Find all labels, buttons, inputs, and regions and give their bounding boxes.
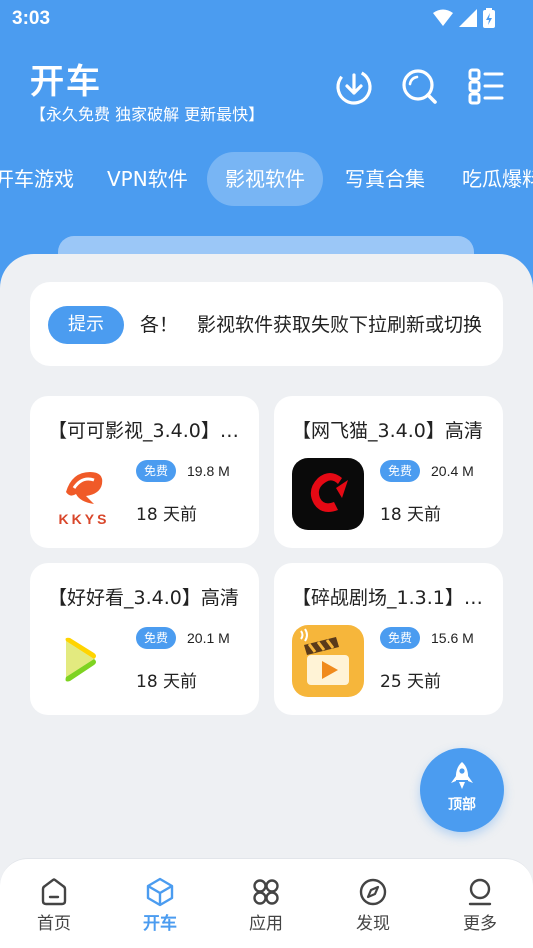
bottom-nav: 首页 开车 应用 发现 更多: [0, 858, 533, 948]
nav-label: 开车: [143, 914, 177, 934]
nav-more[interactable]: 更多: [440, 877, 520, 934]
tab-video-software[interactable]: 影视软件: [207, 152, 323, 206]
app-title: 开车: [30, 62, 102, 102]
nav-apps[interactable]: 应用: [226, 877, 306, 934]
rocket-icon: [451, 762, 473, 789]
cube-icon: [146, 877, 174, 907]
status-time: 3:03: [12, 8, 51, 29]
scroll-top-label: 顶部: [448, 797, 476, 813]
app-card[interactable]: 【网飞猫_3.4.0】高清 免费 20.4 M 18 天前: [274, 396, 503, 548]
tab-photo-collection[interactable]: 写真合集: [345, 152, 425, 206]
video-play-logo: [292, 625, 364, 697]
download-icon[interactable]: [334, 66, 374, 106]
app-size: 20.1 M: [187, 630, 230, 646]
app-updated: 18 天前: [136, 505, 198, 525]
app-size: 15.6 M: [431, 630, 474, 646]
netflix-cat-logo: [292, 458, 364, 530]
app-title: 【可可影视_3.4.0】高清: [48, 420, 244, 442]
app-subtitle: 【永久免费 独家破解 更新最快】: [30, 105, 265, 124]
nav-label: 发现: [356, 914, 390, 934]
home-icon: [41, 878, 67, 906]
notice-text: 各！ 影视软件获取失败下拉刷新或切换: [140, 314, 483, 336]
free-badge: 免费: [136, 627, 177, 649]
app-size: 19.8 M: [187, 463, 230, 479]
notice-bar: 提示 各！ 影视软件获取失败下拉刷新或切换: [30, 282, 503, 366]
haohaokan-logo: [48, 625, 120, 697]
app-size: 20.4 M: [431, 463, 474, 479]
tab-gossip[interactable]: 吃瓜爆料: [462, 152, 533, 206]
kkys-logo: KKYS: [48, 458, 120, 530]
apps-grid-icon: [253, 879, 279, 905]
compass-icon: [359, 878, 387, 906]
nav-discover[interactable]: 发现: [333, 877, 413, 934]
tab-vpn-software[interactable]: VPN软件: [107, 152, 188, 206]
search-icon[interactable]: [400, 66, 440, 106]
nav-label: 更多: [463, 914, 497, 934]
wifi-icon: [433, 9, 453, 26]
app-card[interactable]: 【可可影视_3.4.0】高清 KKYS 免费 19.8 M 18 天前: [30, 396, 259, 548]
nav-home[interactable]: 首页: [14, 877, 94, 934]
battery-icon: [483, 8, 495, 28]
svg-text:KKYS: KKYS: [59, 511, 110, 527]
scroll-top-button[interactable]: 顶部: [420, 748, 504, 832]
free-badge: 免费: [380, 460, 421, 482]
app-updated: 18 天前: [136, 672, 198, 692]
nav-label: 首页: [37, 914, 71, 934]
app-title: 【好好看_3.4.0】高清: [48, 587, 239, 609]
app-updated: 18 天前: [380, 505, 442, 525]
tab-kaiche-games[interactable]: 开车游戏: [0, 152, 74, 206]
app-updated: 25 天前: [380, 672, 442, 692]
category-tabs: 开车游戏 VPN软件 影视软件 写真合集 吃瓜爆料: [0, 152, 533, 206]
signal-icon: [459, 9, 477, 27]
menu-list-icon[interactable]: [466, 66, 506, 106]
free-badge: 免费: [136, 460, 177, 482]
status-bar: 3:03: [0, 0, 533, 36]
app-title: 【碎觇剧场_1.3.1】高清: [292, 587, 488, 609]
app-card[interactable]: 【好好看_3.4.0】高清 免费 20.1 M 18 天前: [30, 563, 259, 715]
app-card[interactable]: 【碎觇剧场_1.3.1】高清 免费 15.6 M 25 天前: [274, 563, 503, 715]
status-icons: [433, 8, 495, 28]
profile-icon: [468, 878, 492, 906]
nav-kaiche[interactable]: 开车: [120, 877, 200, 934]
nav-label: 应用: [249, 914, 283, 934]
notice-badge: 提示: [48, 306, 124, 344]
app-title: 【网飞猫_3.4.0】高清: [292, 420, 483, 442]
free-badge: 免费: [380, 627, 421, 649]
